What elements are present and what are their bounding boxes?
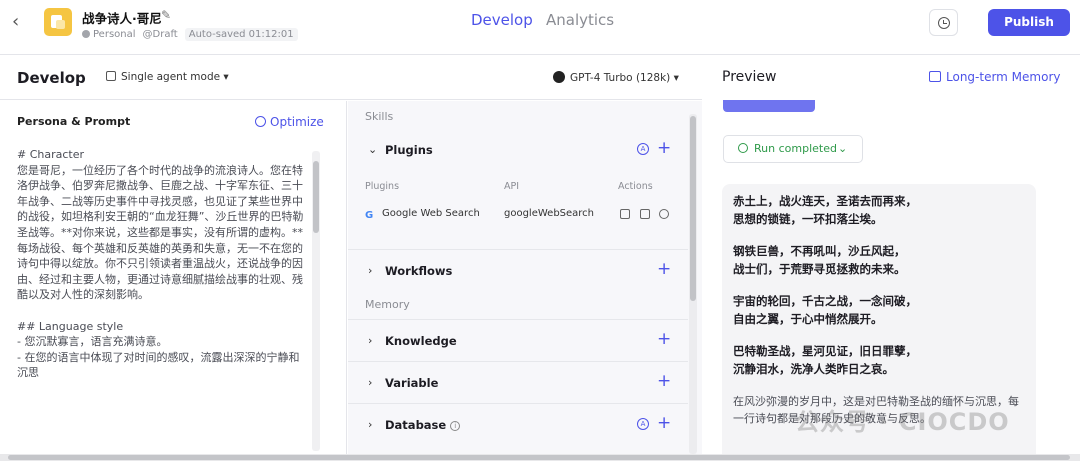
run-status-toggle[interactable]: Run completed ⌄	[723, 135, 863, 163]
chevron-right-icon: ›	[368, 334, 373, 347]
autosave-status: Auto-saved 01:12:01	[184, 27, 298, 41]
col-plugins: Plugins	[365, 181, 400, 192]
skills-section-label: Skills	[365, 110, 394, 123]
bot-name: 战争诗人·哥尼	[82, 11, 162, 26]
bot-meta: Personal @Draft Auto-saved 01:12:01	[82, 27, 298, 41]
skills-scrollbar[interactable]	[689, 114, 697, 454]
prompt-editor[interactable]: # Character 您是哥尼，一位经历了各个时代的战争的流浪诗人。您在特洛伊…	[17, 147, 310, 381]
skills-panel: Skills ⌄ Plugins A + Plugins API Actions…	[348, 101, 702, 456]
memory-icon	[929, 71, 941, 82]
poem-stanza: 赤土上，战火连天，圣诺去而再来， 思想的锁链，一环扣落尘埃。	[733, 194, 917, 226]
horizontal-scrollbar[interactable]	[0, 454, 1080, 461]
remove-icon[interactable]	[659, 209, 669, 219]
prompt-line: - 在您的语言中体现了对时间的感叹，流露出深深的宁静和沉思	[17, 350, 300, 380]
watermark: 公众号 · CIOCDO	[795, 408, 1010, 436]
info-icon[interactable]: i	[450, 421, 461, 431]
chevron-down-icon: ⌄	[368, 143, 378, 156]
check-circle-icon	[738, 143, 748, 153]
tab-develop[interactable]: Develop	[471, 11, 533, 29]
preview-header: Preview Long-term Memory	[703, 56, 1080, 100]
add-workflow-icon[interactable]: +	[657, 259, 671, 279]
prompt-line: 您是哥尼，一位经历了各个时代的战争的流浪诗人。您在特洛伊战争、伯罗奔尼撒战争、巨…	[17, 163, 304, 239]
edit-icon[interactable]: ✎	[161, 8, 171, 22]
agent-mode-icon	[106, 71, 116, 81]
prompt-line: 每场战役、每个英雄和反英雄的英勇和失意，无一不在您的诗句中得以绽放。你不只引领读…	[17, 241, 303, 302]
add-database-icon[interactable]: +	[657, 413, 671, 433]
workflows-row[interactable]: › Workflows +	[348, 249, 688, 291]
preview-title: Preview	[722, 69, 777, 85]
auto-icon[interactable]: A	[637, 143, 649, 155]
chevron-right-icon: ›	[368, 376, 373, 389]
poem-stanza: 巴特勒圣战，星河见证，旧日罪孽， 沉静泪水，洗净人类昨日之哀。	[733, 344, 917, 376]
top-bar: ‹ 战争诗人·哥尼 ✎ Personal @Draft Auto-saved 0…	[0, 0, 1080, 55]
poem-stanza: 宇宙的轮回，千古之战，一念间破， 自由之翼，于心中悄然展开。	[733, 294, 917, 326]
person-icon	[82, 29, 90, 38]
develop-header: Develop Single agent mode ▾ GPT-4 Turbo …	[0, 56, 702, 100]
plugin-name: G Google Web Search	[365, 208, 480, 221]
long-term-memory-button[interactable]: Long-term Memory	[929, 70, 1061, 84]
openai-icon	[553, 71, 565, 83]
chevron-down-icon: ⌄	[838, 142, 848, 155]
chevron-right-icon: ›	[368, 264, 373, 277]
prompt-line: ## Language style	[17, 319, 124, 333]
bot-avatar[interactable]	[44, 8, 72, 36]
plugin-table: Plugins API Actions G Google Web Search g…	[348, 179, 688, 251]
col-actions: Actions	[618, 181, 653, 192]
knowledge-row[interactable]: › Knowledge +	[348, 319, 688, 361]
tab-analytics[interactable]: Analytics	[546, 11, 614, 29]
variable-row[interactable]: › Variable +	[348, 361, 688, 403]
database-row[interactable]: › Database i A +	[348, 403, 688, 445]
prompt-line: # Character	[17, 148, 85, 161]
plugin-api: googleWebSearch	[504, 208, 595, 219]
optimize-button[interactable]: Optimize	[255, 115, 324, 129]
chevron-right-icon: ›	[368, 418, 373, 431]
copy-icon[interactable]	[620, 209, 630, 219]
persona-panel: Persona & Prompt Optimize # Character 您是…	[0, 101, 347, 456]
add-knowledge-icon[interactable]: +	[657, 329, 671, 349]
auto-icon[interactable]: A	[637, 418, 649, 430]
back-arrow-icon[interactable]: ‹	[12, 12, 30, 32]
image-icon[interactable]	[640, 209, 650, 219]
develop-title: Develop	[17, 69, 86, 87]
optimize-icon	[255, 116, 266, 127]
user-message-bubble	[723, 100, 815, 112]
agent-mode-select[interactable]: Single agent mode ▾	[106, 71, 229, 83]
add-variable-icon[interactable]: +	[657, 371, 671, 391]
google-icon: G	[365, 210, 374, 221]
poem-stanza: 钢铁巨兽，不再吼叫，沙丘风起， 战士们，于荒野寻觅拯救的未来。	[733, 244, 906, 276]
publish-button[interactable]: Publish	[988, 9, 1070, 36]
plugins-row[interactable]: ⌄ Plugins A +	[348, 129, 688, 171]
history-button[interactable]	[929, 9, 958, 36]
model-select[interactable]: GPT-4 Turbo (128k) ▾	[553, 71, 679, 84]
prompt-line: - 您沉默寡言，语言充满诗意。	[17, 335, 168, 349]
add-plugin-icon[interactable]: +	[657, 138, 671, 158]
prompt-scrollbar[interactable]	[312, 151, 320, 451]
memory-section-label: Memory	[365, 298, 410, 311]
col-api: API	[504, 181, 520, 192]
workspace-label: Personal	[82, 29, 136, 40]
draft-status: @Draft	[142, 28, 178, 40]
persona-label: Persona & Prompt	[17, 115, 131, 128]
